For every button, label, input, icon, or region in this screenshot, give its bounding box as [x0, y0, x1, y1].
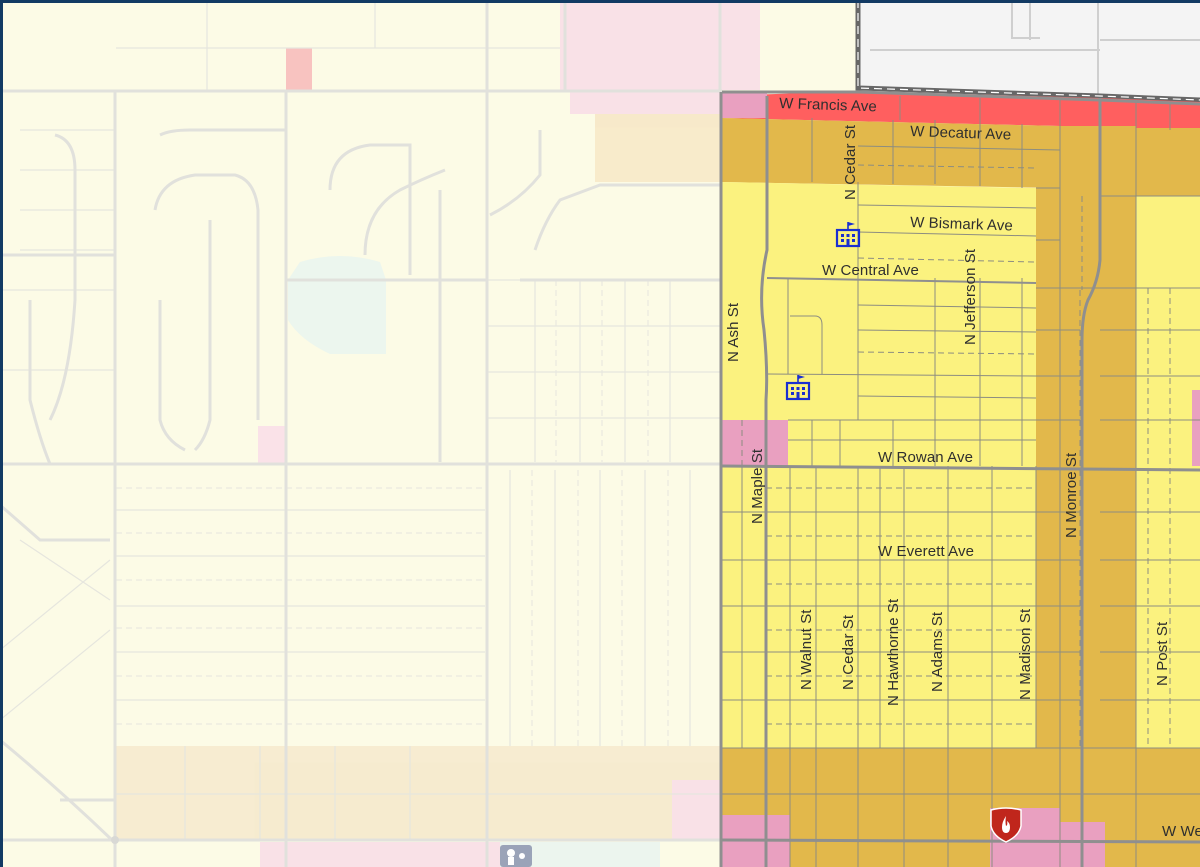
label-n-madison-st: N Madison St [1017, 608, 1034, 700]
label-n-jefferson-st: N Jefferson St [962, 248, 979, 345]
label-n-walnut-st: N Walnut St [798, 609, 815, 690]
label-n-cedar-st-south: N Cedar St [840, 614, 857, 690]
label-w-rowan-ave: W Rowan Ave [878, 449, 973, 466]
label-w-francis-ave: W Francis Ave [779, 95, 877, 115]
outside-junction [111, 836, 119, 844]
label-n-post-st: N Post St [1154, 621, 1171, 686]
zoning-districts [722, 91, 1200, 867]
label-w-central-ave: W Central Ave [822, 262, 919, 279]
label-n-hawthorne-st: N Hawthorne St [885, 598, 902, 706]
park-icon[interactable] [500, 845, 532, 867]
label-n-cedar-st-north: N Cedar St [842, 124, 859, 200]
label-n-ash-st: N Ash St [725, 302, 742, 362]
label-n-adams-st: N Adams St [929, 611, 946, 692]
label-w-everett-ave: W Everett Ave [878, 543, 974, 560]
label-w-decatur-ave: W Decatur Ave [910, 123, 1012, 144]
label-n-monroe-st: N Monroe St [1063, 452, 1080, 538]
label-w-bismark-ave: W Bismark Ave [910, 214, 1013, 235]
label-w-we: W We [1162, 823, 1200, 840]
county-area [855, 0, 1200, 103]
label-n-maple-st: N Maple St [749, 448, 766, 524]
zoning-map[interactable]: W Francis Ave W Decatur Ave N Cedar St W… [0, 0, 1200, 867]
